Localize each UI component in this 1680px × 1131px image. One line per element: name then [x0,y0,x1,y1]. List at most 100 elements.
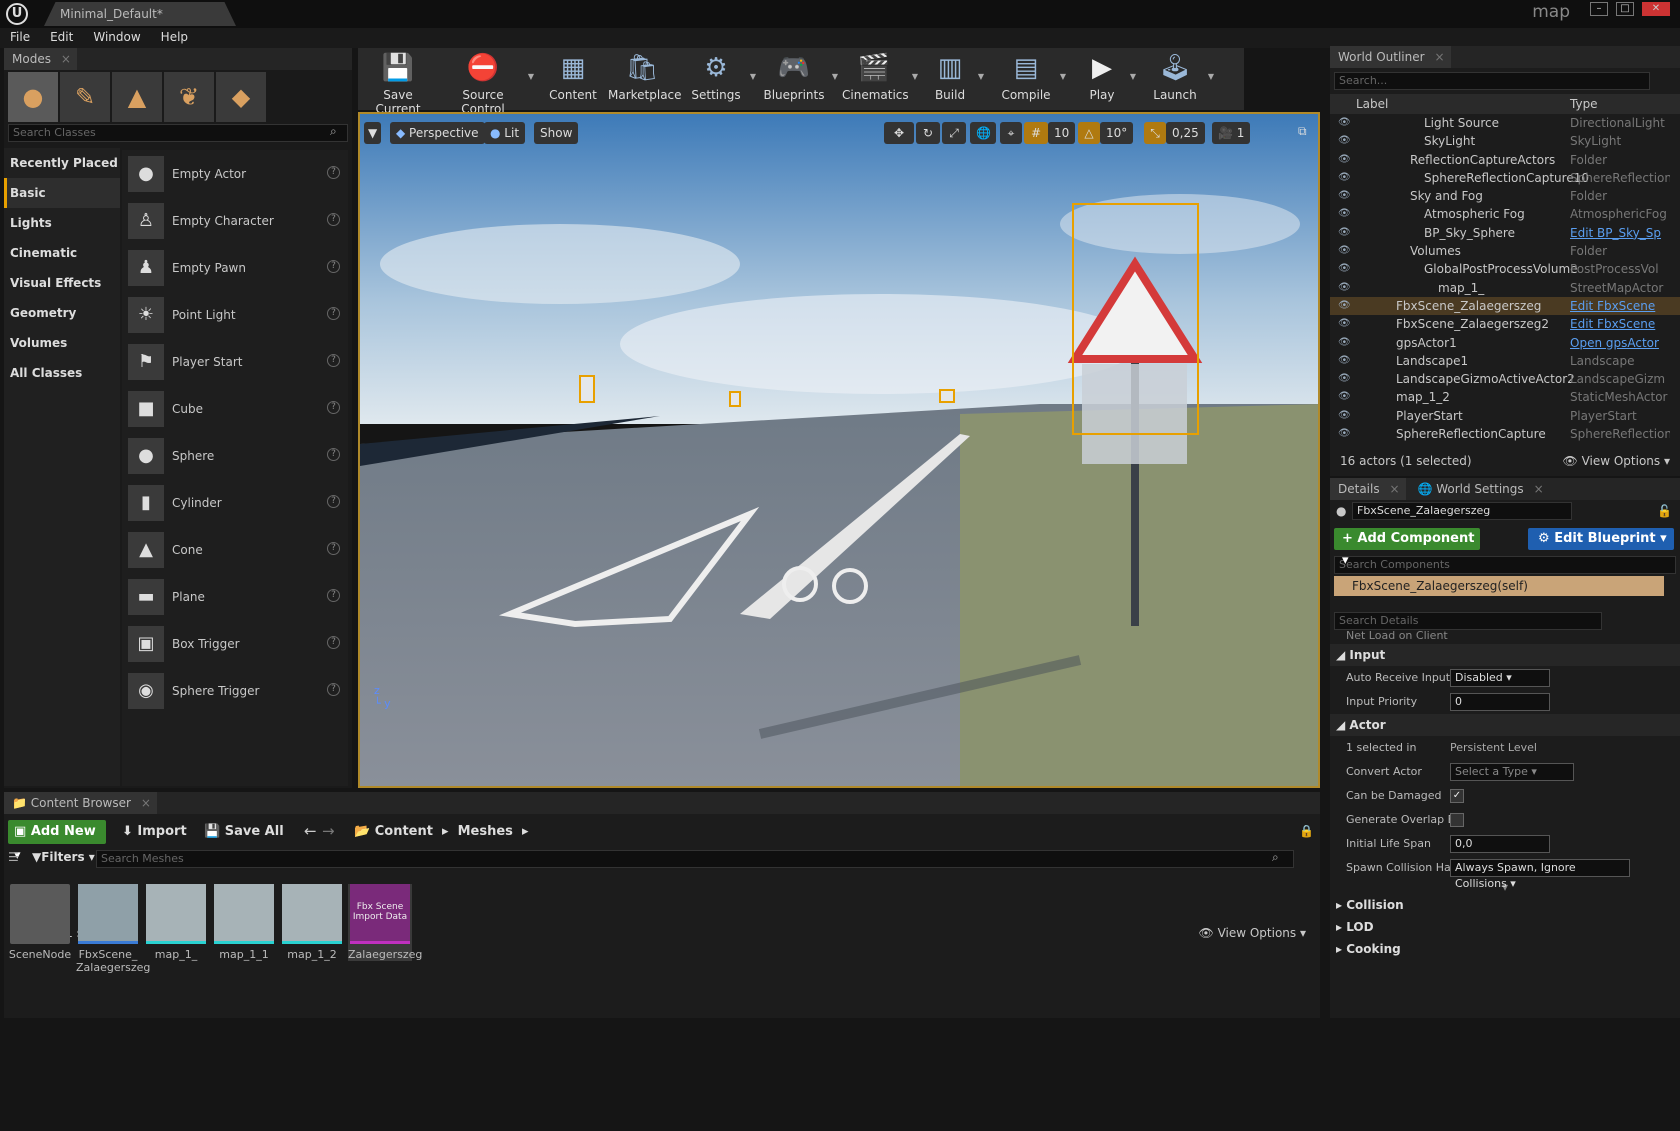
auto-receive-input-dropdown[interactable]: Disabled ▾ [1450,669,1550,687]
breadcrumb-content[interactable]: Content [375,824,433,839]
play-button[interactable]: ▶ Play ▼ [1080,48,1136,110]
back-icon[interactable]: ← [304,822,317,840]
landscape-mode-icon[interactable]: ▲ [112,72,162,122]
scale-snap-value[interactable]: 0,25 [1166,122,1205,144]
close-icon[interactable]: ✕ [1642,2,1670,16]
import-button[interactable]: ⬇ Import [122,824,187,839]
list-item[interactable]: ▬ Plane? [122,573,348,620]
list-item[interactable]: ♙ Empty Character? [122,197,348,244]
list-item[interactable]: ♟ Empty Pawn? [122,244,348,291]
outliner-row[interactable]: 👁 PlayerStart PlayerStart [1330,407,1680,425]
build-button[interactable]: ▥ Build ▼ [928,48,984,110]
actor-section[interactable]: ◢ Actor [1330,714,1680,736]
visibility-eye-icon[interactable]: 👁 [1338,352,1351,370]
category-volumes[interactable]: Volumes [4,328,120,358]
rotation-snap-value[interactable]: 10° [1100,122,1134,144]
show-button[interactable]: Show [534,122,579,144]
label-column-header[interactable]: Label [1356,94,1388,114]
content-button[interactable]: ▦ Content [548,48,598,110]
view-options-button[interactable]: 👁 View Options ▾ [1563,454,1671,468]
scale-icon[interactable]: ⤢ [942,122,966,144]
sources-toggle-icon[interactable]: ☰ [8,850,19,864]
asset-tile[interactable]: SceneNode [8,884,72,961]
camera-speed-button[interactable]: 🎥 1 [1212,122,1251,144]
help-icon[interactable]: ? [327,636,340,649]
place-mode-icon[interactable]: ● [8,72,58,122]
initial-life-span-field[interactable]: 0,0 [1450,835,1550,853]
list-item[interactable]: ☀ Point Light? [122,291,348,338]
generate-overlap-checkbox[interactable] [1450,813,1464,827]
outliner-row[interactable]: 👁 Landscape1 Landscape [1330,352,1680,370]
visibility-eye-icon[interactable]: 👁 [1338,187,1351,205]
asset-tile[interactable]: map_1_ [144,884,208,961]
help-icon[interactable]: ? [327,589,340,602]
help-icon[interactable]: ? [327,354,340,367]
world-settings-tab[interactable]: 🌐 World Settings × [1409,478,1550,500]
close-tab-icon[interactable]: × [1390,478,1400,500]
category-geometry[interactable]: Geometry [4,298,120,328]
menu-window[interactable]: Window [83,28,150,46]
breadcrumb-meshes[interactable]: Meshes [458,824,513,839]
geometry-mode-icon[interactable]: ◆ [216,72,266,122]
outliner-row[interactable]: 👁 Light Source DirectionalLight [1330,114,1680,132]
visibility-eye-icon[interactable]: 👁 [1338,279,1351,297]
search-classes-input[interactable]: Search Classes [8,124,348,142]
world-local-icon[interactable]: 🌐 [970,122,996,144]
viewport-options-dropdown[interactable]: ▼ [364,122,382,144]
help-icon[interactable]: ? [327,213,340,226]
input-priority-field[interactable]: 0 [1450,693,1550,711]
level-tab[interactable]: Minimal_Default* [44,2,236,26]
visibility-eye-icon[interactable]: 👁 [1338,315,1351,333]
category-recently-placed[interactable]: Recently Placed [4,148,120,178]
foliage-mode-icon[interactable]: ❦ [164,72,214,122]
close-tab-icon[interactable]: × [1435,46,1445,68]
visibility-eye-icon[interactable]: 👁 [1338,114,1351,132]
add-component-button[interactable]: + Add Component ▾ [1334,528,1480,568]
outliner-row[interactable]: 👁 BP_Sky_Sphere Edit BP_Sky_Sp [1330,224,1680,242]
asset-tile[interactable]: map_1_1 [212,884,276,961]
help-icon[interactable]: ? [327,307,340,320]
content-browser-tab[interactable]: 📁 Content Browser × [4,792,157,814]
help-icon[interactable]: ? [327,542,340,555]
list-item[interactable]: ● Sphere? [122,432,348,479]
search-details-input[interactable]: Search Details [1334,612,1602,630]
source-control-button[interactable]: ⛔ Source Control ▼ [440,48,534,116]
scale-snap-icon[interactable]: ⤡ [1144,122,1166,144]
rotate-icon[interactable]: ↻ [916,122,940,144]
help-icon[interactable]: ? [327,260,340,273]
asset-tile[interactable]: Fbx Scene Import Data Zalaegerszeg [348,884,422,961]
type-column-header[interactable]: Type [1570,94,1598,114]
visibility-eye-icon[interactable]: 👁 [1338,132,1351,150]
marketplace-button[interactable]: 🛍 Marketplace [608,48,682,110]
paint-mode-icon[interactable]: ✎ [60,72,110,122]
list-item[interactable]: ● Empty Actor? [122,150,348,197]
category-lights[interactable]: Lights [4,208,120,238]
visibility-eye-icon[interactable]: 👁 [1338,334,1351,352]
forward-icon[interactable]: → [322,822,335,840]
collision-section[interactable]: ▸ Collision [1330,894,1680,916]
cinematics-button[interactable]: 🎬 Cinematics ▼ [842,48,918,110]
actor-name-field[interactable]: FbxScene_Zalaegerszeg [1352,502,1572,520]
add-new-button[interactable]: ▣ Add New ▾ [8,820,106,863]
outliner-row-type[interactable]: Open gpsActor [1570,334,1670,352]
list-item[interactable]: ◉ Sphere Trigger? [122,667,348,714]
category-cinematic[interactable]: Cinematic [4,238,120,268]
can-be-damaged-checkbox[interactable]: ✓ [1450,789,1464,803]
visibility-eye-icon[interactable]: 👁 [1338,151,1351,169]
outliner-search-input[interactable]: Search... [1334,72,1650,90]
perspective-button[interactable]: ◆ Perspective [390,122,485,144]
translate-icon[interactable]: ✥ [884,122,914,144]
modes-tab[interactable]: Modes × [4,48,77,70]
category-basic[interactable]: Basic [4,178,120,208]
close-tab-icon[interactable]: × [141,792,151,814]
save-all-button[interactable]: 💾 Save All [204,824,284,839]
outliner-row[interactable]: 👁 SkyLight SkyLight [1330,132,1680,150]
details-tab[interactable]: Details × [1330,478,1406,500]
cb-view-options-button[interactable]: 👁 View Options ▾ [1199,926,1307,940]
list-item[interactable]: ▮ Cylinder? [122,479,348,526]
asset-tile[interactable]: FbxScene_ Zalaegerszeg [76,884,150,974]
help-icon[interactable]: ? [327,495,340,508]
visibility-eye-icon[interactable]: 👁 [1338,224,1351,242]
convert-actor-dropdown[interactable]: Select a Type ▾ [1450,763,1574,781]
list-item[interactable]: ⚑ Player Start? [122,338,348,385]
